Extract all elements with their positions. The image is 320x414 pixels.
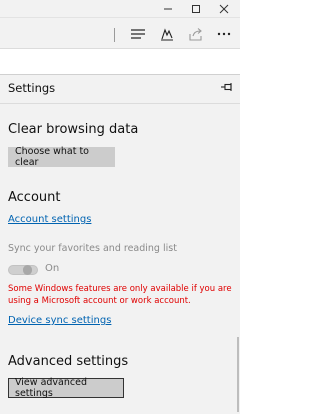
panel-divider xyxy=(0,103,240,104)
toggle-knob xyxy=(23,265,32,275)
minimize-icon xyxy=(164,8,172,9)
page-content-area xyxy=(0,49,240,74)
sync-toggle-state: On xyxy=(45,263,60,274)
web-note-icon xyxy=(161,28,173,41)
more-button[interactable] xyxy=(212,23,236,45)
minimize-button[interactable] xyxy=(154,0,182,17)
hub-button[interactable] xyxy=(126,23,150,45)
close-icon xyxy=(219,4,229,13)
settings-panel: Settings Clear browsing data Choose what… xyxy=(0,74,240,414)
choose-what-to-clear-button[interactable]: Choose what to clear xyxy=(8,146,115,168)
maximize-icon xyxy=(192,4,200,13)
pin-icon xyxy=(221,83,232,91)
account-warning: Some Windows features are only available… xyxy=(8,284,232,306)
toolbar-separator xyxy=(114,28,115,42)
sync-label: Sync your favorites and reading list xyxy=(8,243,177,254)
window-titlebar xyxy=(0,0,240,18)
advanced-settings-title: Advanced settings xyxy=(8,354,129,369)
more-icon xyxy=(217,32,231,36)
panel-scrollbar[interactable] xyxy=(237,337,239,412)
sync-toggle[interactable] xyxy=(8,265,38,275)
share-button[interactable] xyxy=(184,23,208,45)
web-note-button[interactable] xyxy=(155,23,179,45)
account-title: Account xyxy=(8,190,61,205)
share-icon xyxy=(189,28,202,41)
view-advanced-settings-button[interactable]: View advanced settings xyxy=(8,377,124,399)
pin-button[interactable] xyxy=(219,79,235,95)
device-sync-settings-link[interactable]: Device sync settings xyxy=(8,315,111,326)
close-button[interactable] xyxy=(210,0,238,17)
browser-toolbar xyxy=(0,18,240,49)
panel-title: Settings xyxy=(8,81,56,95)
hub-icon xyxy=(131,29,145,39)
clear-browsing-title: Clear browsing data xyxy=(8,122,139,137)
maximize-button[interactable] xyxy=(182,0,210,17)
account-settings-link[interactable]: Account settings xyxy=(8,214,91,225)
